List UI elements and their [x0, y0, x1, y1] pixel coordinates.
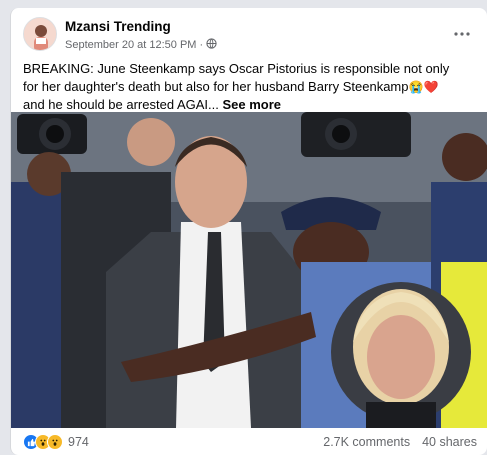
wow-icon [47, 434, 63, 450]
page-name[interactable]: Mzansi Trending [65, 19, 171, 34]
post-photo[interactable] [11, 112, 487, 428]
meta-separator: · [199, 39, 204, 51]
ellipsis-icon[interactable] [451, 23, 473, 45]
post-card: Mzansi Trending September 20 at 12:50 PM… [10, 8, 487, 455]
globe-icon [206, 38, 217, 52]
post-footer: 974 2.7K comments 40 shares [23, 432, 477, 452]
post-header: Mzansi Trending September 20 at 12:50 PM… [23, 17, 477, 53]
crying-heart-emoji: 😭❤️ [408, 79, 439, 94]
post-text-continued: and he should be arrested AGAI... [23, 97, 219, 112]
post-text-body: BREAKING: June Steenkamp says Oscar Pist… [23, 61, 450, 94]
see-more-link[interactable]: See more [222, 97, 281, 112]
reaction-count[interactable]: 974 [68, 435, 89, 449]
shares-count[interactable]: 40 shares [422, 435, 477, 449]
photo-illustration [11, 112, 487, 428]
reaction-summary[interactable]: 974 [23, 434, 89, 450]
post-text: BREAKING: June Steenkamp says Oscar Pist… [23, 60, 463, 114]
post-timestamp[interactable]: September 20 at 12:50 PM [65, 39, 196, 51]
post-meta: September 20 at 12:50 PM · [65, 38, 217, 52]
comments-count[interactable]: 2.7K comments [323, 435, 410, 449]
engagement-stats: 2.7K comments 40 shares [323, 435, 477, 449]
page-avatar[interactable] [23, 17, 57, 51]
